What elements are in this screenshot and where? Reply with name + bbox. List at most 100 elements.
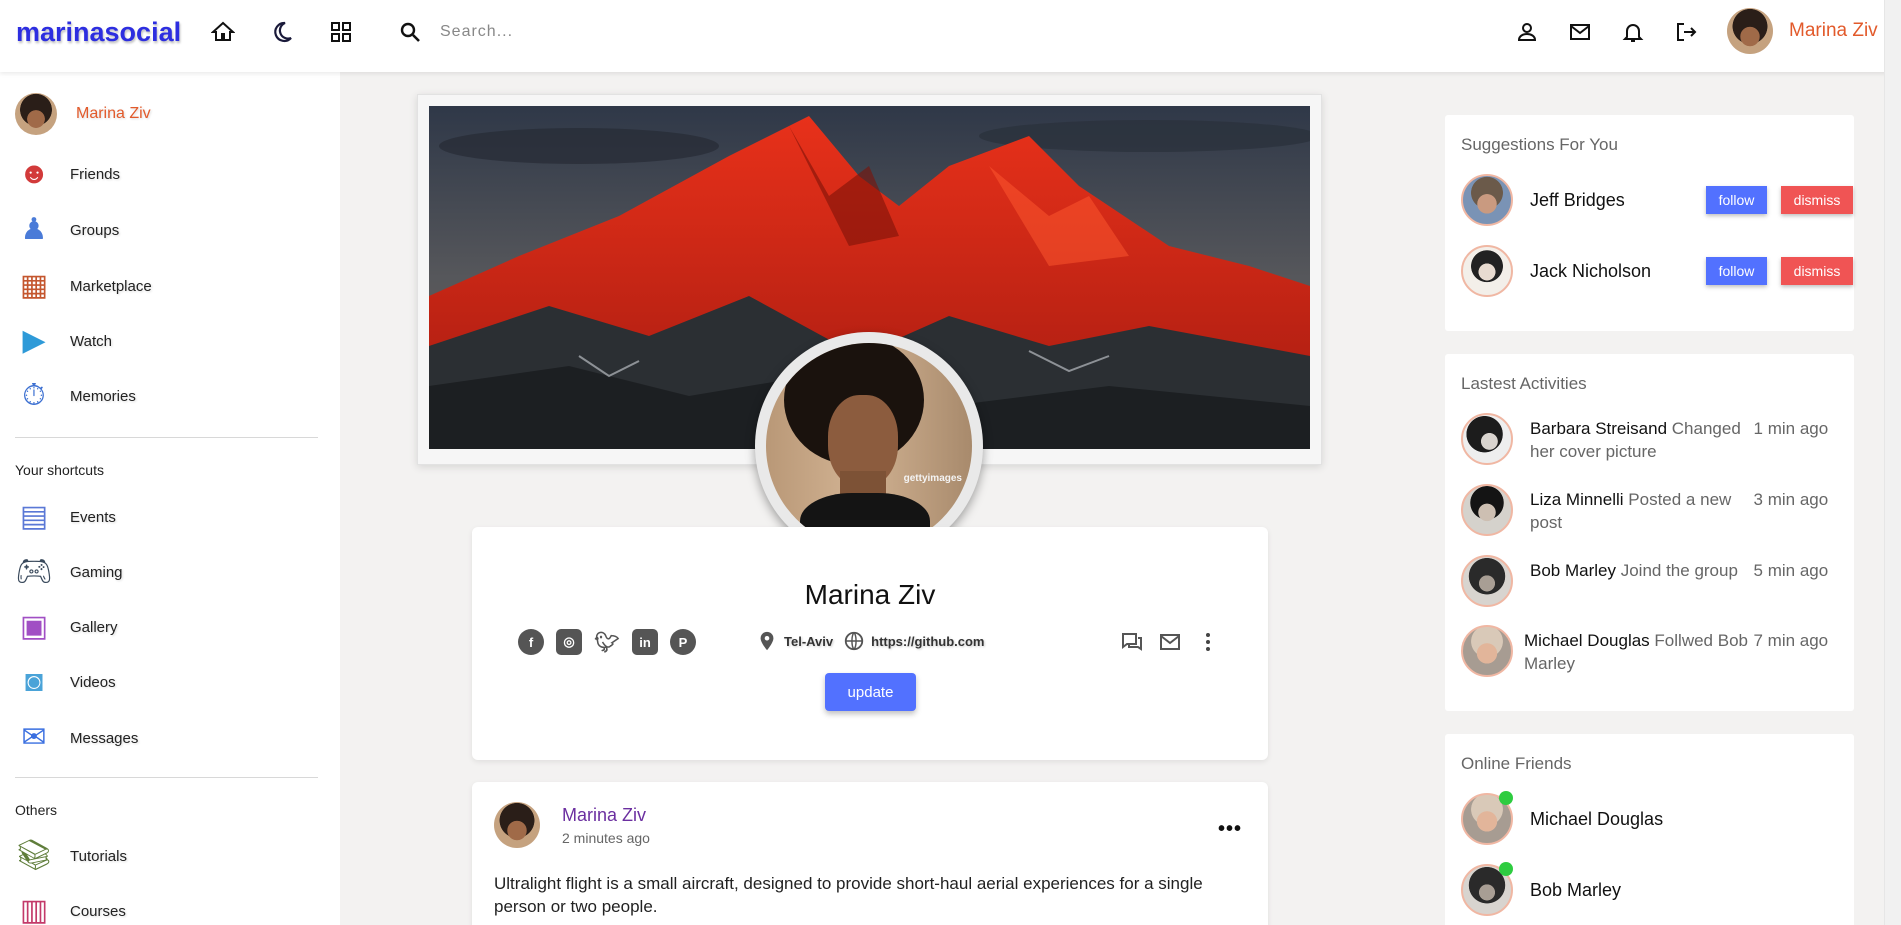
search-icon[interactable] xyxy=(398,20,422,44)
shortcuts-heading: Your shortcuts xyxy=(15,462,104,478)
sidebar-item-messages[interactable]: ✉ Messages xyxy=(15,718,138,758)
dark-mode-icon[interactable] xyxy=(267,17,297,47)
activity-user[interactable]: Bob Marley xyxy=(1530,561,1616,580)
follow-button[interactable]: follow xyxy=(1706,186,1767,214)
marketplace-icon: ▦ xyxy=(19,269,49,302)
post-menu-icon[interactable]: ••• xyxy=(1218,818,1242,841)
sidebar-item-friends[interactable]: ☻ Friends xyxy=(15,154,120,194)
search-bar xyxy=(398,17,740,47)
left-sidebar: Marina Ziv ☻ Friends ♟ Groups ▦ Marketpl… xyxy=(0,72,340,925)
location-icon xyxy=(760,631,774,651)
user-avatar[interactable] xyxy=(1727,8,1773,54)
sidebar-item-label: Messages xyxy=(70,729,139,747)
activity-time: 7 min ago xyxy=(1753,631,1829,650)
post-header: Marina Ziv 2 minutes ago xyxy=(494,802,650,848)
activities-title: Lastest Activities xyxy=(1461,374,1587,393)
app-logo[interactable]: marinasocial xyxy=(16,17,181,48)
profile-actions xyxy=(1120,630,1220,654)
tutorials-icon: 📚︎ xyxy=(14,839,54,872)
chat-icon[interactable] xyxy=(1120,630,1144,654)
post-author[interactable]: Marina Ziv xyxy=(562,805,650,826)
instagram-icon[interactable]: ◎ xyxy=(556,629,582,655)
profile-name: Marina Ziv xyxy=(804,579,936,610)
sidebar-item-videos[interactable]: ◙ Videos xyxy=(15,662,116,702)
online-friend-name[interactable]: Michael Douglas xyxy=(1530,809,1663,830)
suggestion-avatar[interactable] xyxy=(1461,174,1513,226)
facebook-icon[interactable]: f xyxy=(518,629,544,655)
twitter-icon[interactable]: 🐦︎ xyxy=(594,629,620,655)
sidebar-item-label: Events xyxy=(70,508,116,526)
notifications-icon[interactable] xyxy=(1618,17,1648,47)
online-friend-item[interactable]: Bob Marley xyxy=(1461,862,1621,916)
email-icon[interactable] xyxy=(1158,630,1182,654)
online-status-dot xyxy=(1499,791,1513,805)
activity-user[interactable]: Michael Douglas xyxy=(1524,631,1650,650)
top-navbar: marinasocial Marina Ziv xyxy=(0,0,1901,72)
activity-time: 3 min ago xyxy=(1753,490,1829,509)
activity-user[interactable]: Barbara Streisand xyxy=(1530,419,1667,438)
sidebar-item-gaming[interactable]: 🎮︎ Gaming xyxy=(15,552,123,592)
dismiss-button[interactable]: dismiss xyxy=(1781,186,1853,214)
profile-card: Marina Ziv f ◎ 🐦︎ in P Tel-Aviv https://… xyxy=(472,527,1268,760)
search-input[interactable] xyxy=(440,23,740,41)
suggestion-avatar[interactable] xyxy=(1461,245,1513,297)
suggestion-name[interactable]: Jeff Bridges xyxy=(1530,190,1690,211)
suggestions-title: Suggestions For You xyxy=(1461,135,1618,154)
friends-icon: ☻ xyxy=(18,157,50,190)
online-friend-name[interactable]: Bob Marley xyxy=(1530,880,1621,901)
online-friend-item[interactable]: Michael Douglas xyxy=(1461,791,1663,845)
sidebar-item-groups[interactable]: ♟ Groups xyxy=(15,210,120,250)
online-friends-panel: Online Friends Michael Douglas Bob Marle… xyxy=(1445,734,1854,925)
activity-avatar[interactable] xyxy=(1461,484,1513,536)
sidebar-item-marketplace[interactable]: ▦ Marketplace xyxy=(15,266,152,306)
sidebar-user-name: Marina Ziv xyxy=(76,105,151,122)
online-friends-title: Online Friends xyxy=(1461,754,1572,773)
image-watermark: gettyimages xyxy=(903,473,962,484)
post-text: Ultralight flight is a small aircraft, d… xyxy=(494,874,1203,916)
activity-avatar[interactable] xyxy=(1461,625,1513,677)
home-icon[interactable] xyxy=(208,17,238,47)
page-scrollbar[interactable] xyxy=(1884,0,1901,925)
groups-icon: ♟ xyxy=(20,213,48,246)
dismiss-button[interactable]: dismiss xyxy=(1781,257,1853,285)
sidebar-item-events[interactable]: ▤ Events xyxy=(15,497,116,537)
activities-panel: Lastest Activities Barbara Streisand Cha… xyxy=(1445,354,1854,711)
suggestion-name[interactable]: Jack Nicholson xyxy=(1530,261,1690,282)
sidebar-item-gallery[interactable]: ▣ Gallery xyxy=(15,607,118,647)
sidebar-item-label: Gallery xyxy=(70,618,118,636)
activity-avatar[interactable] xyxy=(1461,413,1513,465)
sidebar-item-courses[interactable]: ▥ Courses xyxy=(15,891,126,925)
post-author-avatar[interactable] xyxy=(494,802,540,848)
online-status-dot xyxy=(1499,862,1513,876)
sidebar-item-watch[interactable]: ▶ Watch xyxy=(15,321,112,361)
profile-website[interactable]: https://github.com xyxy=(871,634,984,649)
sidebar-item-label: Groups xyxy=(70,221,120,239)
mail-icon[interactable] xyxy=(1565,17,1595,47)
profile-picture[interactable]: gettyimages xyxy=(766,343,972,549)
sidebar-item-label: Marketplace xyxy=(70,277,152,295)
navbar-user[interactable]: Marina Ziv xyxy=(1727,8,1878,54)
linkedin-icon[interactable]: in xyxy=(632,629,658,655)
videos-icon: ◙ xyxy=(24,665,44,698)
logout-icon[interactable] xyxy=(1671,17,1701,47)
sidebar-item-memories[interactable]: ⏱ Memories xyxy=(15,376,136,416)
profile-icon[interactable] xyxy=(1512,17,1542,47)
activity-user[interactable]: Liza Minnelli xyxy=(1530,490,1624,509)
apps-grid-icon[interactable] xyxy=(326,17,356,47)
more-vertical-icon[interactable] xyxy=(1196,630,1220,654)
navbar-user-name[interactable]: Marina Ziv xyxy=(1789,20,1878,42)
sidebar-user[interactable]: Marina Ziv xyxy=(15,93,151,135)
sidebar-item-label: Tutorials xyxy=(70,847,127,865)
follow-button[interactable]: follow xyxy=(1706,257,1767,285)
others-heading: Others xyxy=(15,802,58,818)
activity-text: Michael Douglas Follwed Bob Marley xyxy=(1524,625,1753,675)
sidebar-item-tutorials[interactable]: 📚︎ Tutorials xyxy=(15,836,127,876)
activity-time: 5 min ago xyxy=(1753,561,1829,580)
sidebar-user-avatar xyxy=(15,93,57,135)
update-button[interactable]: update xyxy=(825,673,916,711)
activity-item: Liza Minnelli Posted a new post 3 min ag… xyxy=(1461,484,1841,536)
pinterest-icon[interactable]: P xyxy=(670,629,696,655)
post-card: Marina Ziv 2 minutes ago ••• Ultralight … xyxy=(472,782,1268,925)
memories-icon: ⏱ xyxy=(22,379,46,412)
activity-avatar[interactable] xyxy=(1461,555,1513,607)
